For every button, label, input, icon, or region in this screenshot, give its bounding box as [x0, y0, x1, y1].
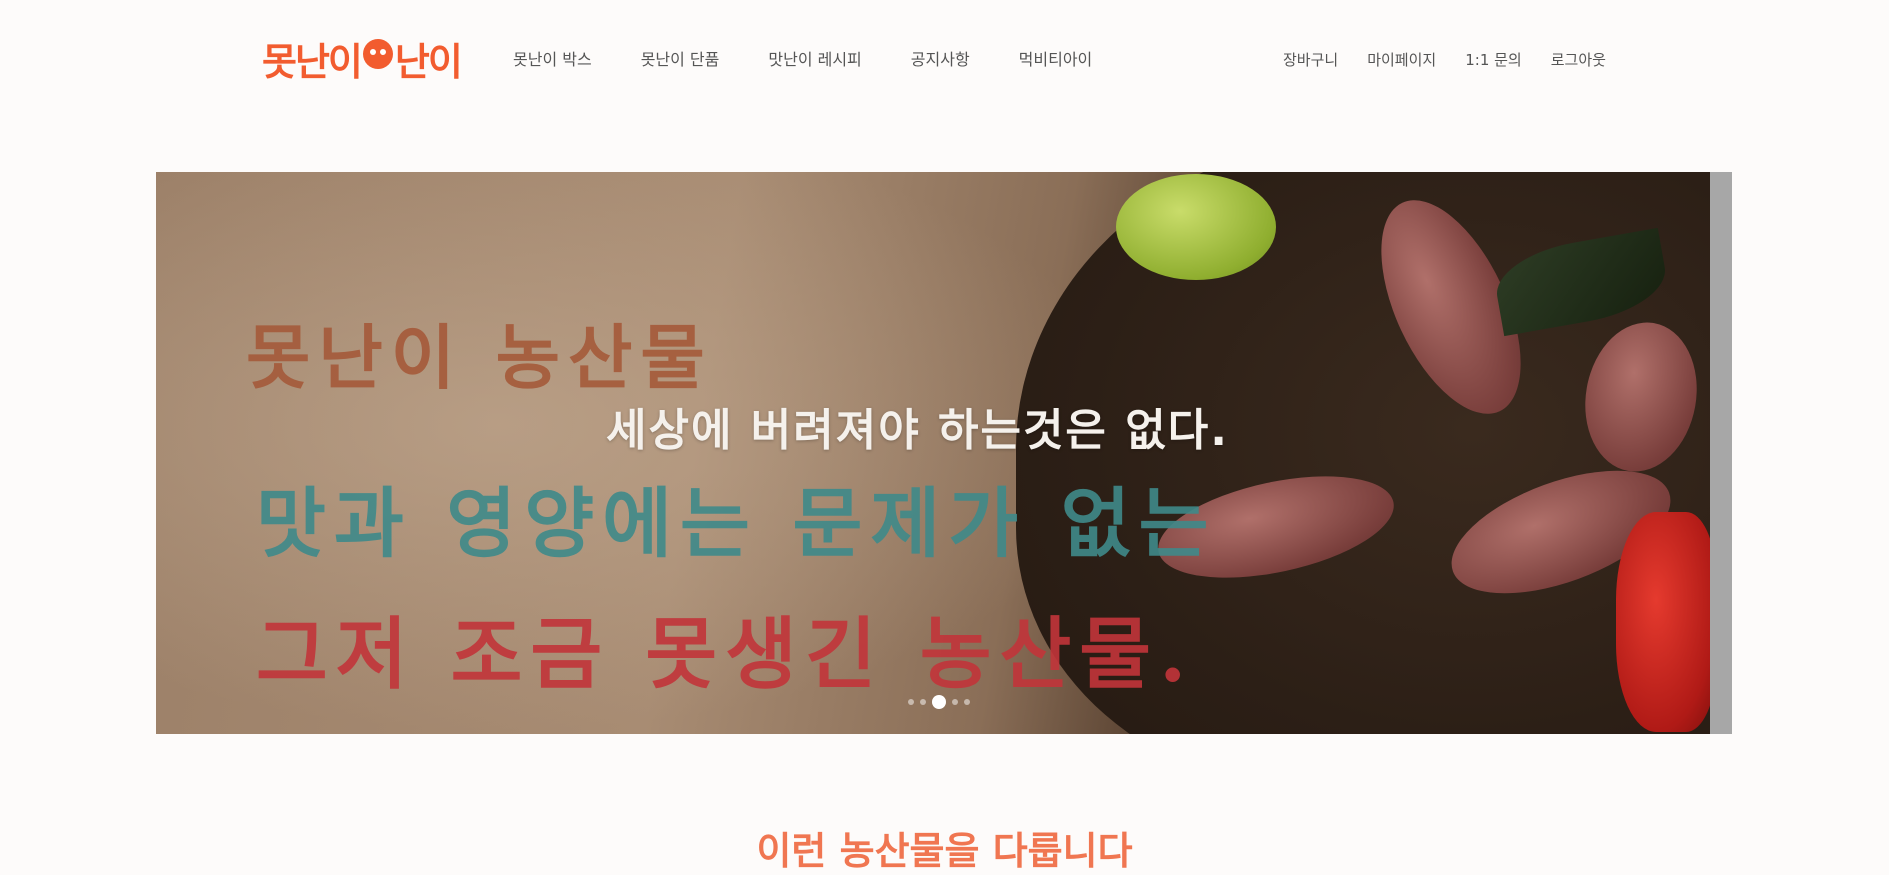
nav-item-box[interactable]: 못난이 박스 — [513, 46, 592, 70]
nav-item-recipe[interactable]: 맛난이 레시피 — [768, 46, 861, 70]
hero-crayon-line-3: 그저 조금 못생긴 농산물. — [256, 609, 1195, 700]
slider-dot[interactable] — [908, 699, 914, 705]
hero-next-slide-edge — [1710, 172, 1732, 734]
logo-face-icon — [362, 39, 393, 69]
nav-item-mbti[interactable]: 먹비티아이 — [1019, 46, 1093, 70]
slider-dot[interactable] — [952, 699, 958, 705]
logo-text-2: 난이 — [394, 39, 463, 84]
hero-crayon-line-2: 맛과 영양에는 문제가 없는 — [256, 479, 1217, 568]
slider-pagination — [908, 695, 970, 709]
nav-item-notice[interactable]: 공지사항 — [911, 46, 970, 70]
hero-slogan: 세상에 버려져야 하는것은 없다. — [606, 405, 1229, 456]
logo-text-1: 못난이 — [262, 39, 363, 84]
brand-logo[interactable]: 못난이 난이 — [262, 30, 472, 86]
utility-nav: 장바구니 마이페이지 1:1 문의 로그아웃 — [1283, 49, 1635, 70]
hero-crayon-line-1: 못난이 농산물 — [246, 316, 713, 399]
hero-banner[interactable]: 못난이 농산물 맛과 영양에는 문제가 없는 그저 조금 못생긴 농산물. 세상… — [156, 172, 1732, 734]
red-pepper-image — [1616, 512, 1716, 732]
slider-dot[interactable] — [964, 699, 970, 705]
nav-item-single[interactable]: 못난이 단품 — [641, 46, 720, 70]
cart-link[interactable]: 장바구니 — [1283, 49, 1338, 70]
slider-dot-active[interactable] — [932, 695, 946, 709]
mypage-link[interactable]: 마이페이지 — [1367, 49, 1436, 70]
main-nav: 못난이 박스 못난이 단품 맛난이 레시피 공지사항 먹비티아이 — [513, 46, 1141, 70]
section-title: 이런 농산물을 다룹니다 — [756, 829, 1133, 873]
logout-link[interactable]: 로그아웃 — [1551, 49, 1606, 70]
lime-image — [1116, 174, 1276, 280]
slider-dot[interactable] — [920, 699, 926, 705]
site-header: 못난이 난이 못난이 박스 못난이 단품 맛난이 레시피 공지사항 먹비티아이 장… — [0, 0, 1889, 120]
inquiry-link[interactable]: 1:1 문의 — [1465, 49, 1522, 70]
